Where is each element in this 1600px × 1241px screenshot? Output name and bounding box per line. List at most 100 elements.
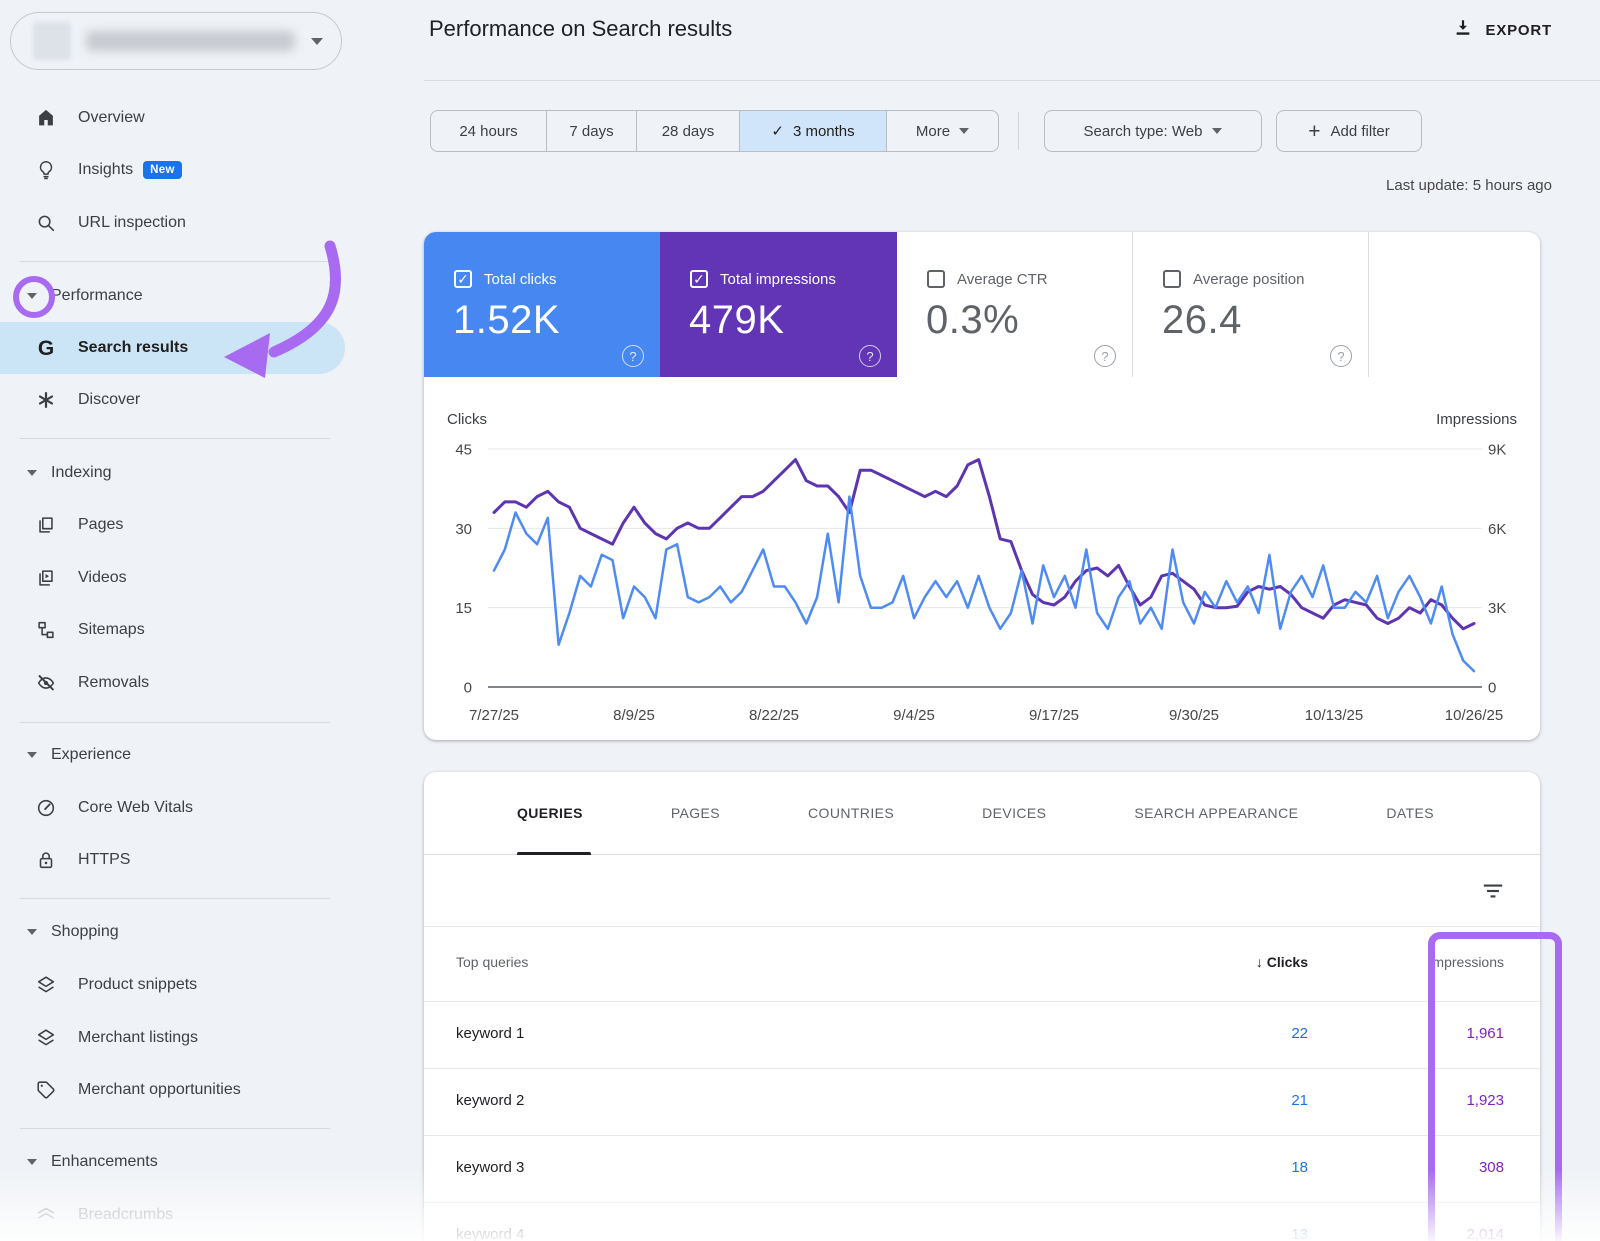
table-header-row: Top queries ↓ Clicks Impressions bbox=[424, 927, 1540, 1002]
range-24-hours[interactable]: 24 hours bbox=[431, 111, 546, 151]
column-impressions[interactable]: Impressions bbox=[1304, 954, 1504, 970]
tab-queries[interactable]: QUERIES bbox=[517, 805, 583, 821]
sparkle-icon bbox=[34, 389, 58, 411]
table-row[interactable]: keyword 3 18 308 bbox=[424, 1136, 1540, 1203]
svg-text:9/17/25: 9/17/25 bbox=[1029, 707, 1079, 724]
sidebar: Overview Insights New URL inspection Per… bbox=[0, 0, 424, 1241]
plus-icon: + bbox=[1308, 121, 1320, 142]
chevron-down-icon bbox=[27, 752, 37, 758]
sidebar-item-breadcrumbs[interactable]: Breadcrumbs bbox=[0, 1189, 345, 1241]
query-cell: keyword 1 bbox=[456, 1025, 524, 1042]
column-top-queries[interactable]: Top queries bbox=[456, 954, 528, 970]
speedometer-icon bbox=[34, 797, 58, 819]
tab-pages[interactable]: PAGES bbox=[671, 805, 720, 821]
svg-text:0: 0 bbox=[1488, 680, 1496, 697]
google-g-icon: G bbox=[34, 338, 58, 359]
eye-off-icon bbox=[34, 672, 58, 694]
date-range-group: 24 hours 7 days 28 days ✓ 3 months More bbox=[430, 110, 999, 152]
sidebar-item-insights[interactable]: Insights New bbox=[0, 144, 345, 196]
layers-icon bbox=[34, 1027, 58, 1049]
column-clicks-sorted[interactable]: ↓ Clicks bbox=[1108, 954, 1308, 970]
sidebar-item-merchant-opportunities[interactable]: Merchant opportunities bbox=[0, 1064, 345, 1116]
download-icon bbox=[1452, 17, 1474, 43]
sidebar-item-label: Discover bbox=[78, 391, 140, 409]
range-more-dropdown[interactable]: More bbox=[886, 111, 998, 151]
clicks-cell: 18 bbox=[1108, 1159, 1308, 1176]
sidebar-item-url-inspection[interactable]: URL inspection bbox=[0, 197, 345, 249]
sidebar-divider bbox=[20, 261, 330, 262]
tab-countries[interactable]: COUNTRIES bbox=[808, 805, 894, 821]
svg-text:9K: 9K bbox=[1488, 442, 1506, 459]
chart-series-lines bbox=[494, 460, 1474, 671]
sidebar-item-discover[interactable]: Discover bbox=[0, 374, 345, 426]
sidebar-item-videos[interactable]: Videos bbox=[0, 552, 345, 604]
queries-table-panel: QUERIES PAGES COUNTRIES DEVICES SEARCH A… bbox=[424, 772, 1540, 1241]
add-filter-button[interactable]: + Add filter bbox=[1276, 110, 1422, 152]
sidebar-item-removals[interactable]: Removals bbox=[0, 657, 345, 709]
sidebar-divider bbox=[20, 438, 330, 439]
lock-icon bbox=[34, 849, 58, 871]
left-axis-title: Clicks bbox=[447, 411, 487, 428]
svg-text:8/9/25: 8/9/25 bbox=[613, 707, 655, 724]
sidebar-section-enhancements[interactable]: Enhancements bbox=[0, 1136, 345, 1188]
sidebar-item-overview[interactable]: Overview bbox=[0, 92, 345, 144]
pages-icon bbox=[34, 514, 58, 536]
table-row[interactable]: keyword 2 21 1,923 bbox=[424, 1069, 1540, 1136]
chevron-down-icon bbox=[27, 929, 37, 935]
sidebar-item-label: HTTPS bbox=[78, 851, 130, 869]
svg-text:7/27/25: 7/27/25 bbox=[469, 707, 519, 724]
query-cell: keyword 4 bbox=[456, 1226, 524, 1241]
filter-rows-icon[interactable] bbox=[1480, 878, 1506, 909]
sidebar-item-label: Product snippets bbox=[78, 976, 197, 994]
property-selector[interactable] bbox=[10, 12, 342, 70]
sidebar-item-label: Merchant listings bbox=[78, 1029, 198, 1047]
svg-text:15: 15 bbox=[455, 600, 472, 617]
sidebar-item-product-snippets[interactable]: Product snippets bbox=[0, 959, 345, 1011]
active-tab-underline bbox=[517, 852, 591, 855]
sidebar-item-label: Breadcrumbs bbox=[78, 1206, 173, 1224]
sidebar-section-indexing[interactable]: Indexing bbox=[0, 447, 345, 499]
tab-search-appearance[interactable]: SEARCH APPEARANCE bbox=[1134, 805, 1298, 821]
chevron-down-icon bbox=[1212, 128, 1222, 134]
sidebar-section-experience[interactable]: Experience bbox=[0, 729, 345, 781]
sidebar-item-label: URL inspection bbox=[78, 214, 186, 232]
chevron-down-icon bbox=[311, 38, 323, 45]
sidebar-item-label: Videos bbox=[78, 569, 127, 587]
section-label: Enhancements bbox=[51, 1153, 158, 1171]
sidebar-item-label: Sitemaps bbox=[78, 621, 145, 639]
annotation-circle-performance bbox=[13, 276, 55, 318]
sidebar-item-pages[interactable]: Pages bbox=[0, 499, 345, 551]
chart-date-labels: 7/27/258/9/258/22/259/4/259/17/259/30/25… bbox=[469, 707, 1503, 724]
sidebar-item-search-results[interactable]: G Search results bbox=[0, 322, 345, 374]
sidebar-item-https[interactable]: HTTPS bbox=[0, 834, 345, 886]
export-button[interactable]: EXPORT bbox=[1452, 12, 1552, 48]
sidebar-item-sitemaps[interactable]: Sitemaps bbox=[0, 604, 345, 656]
lightbulb-icon bbox=[34, 159, 58, 181]
range-28-days[interactable]: 28 days bbox=[636, 111, 739, 151]
home-icon bbox=[34, 107, 58, 129]
table-row[interactable]: keyword 1 22 1,961 bbox=[424, 1002, 1540, 1069]
clicks-impressions-chart: Clicks Impressions 459K306K153K00 7/27/2… bbox=[424, 232, 1540, 740]
tab-dates[interactable]: DATES bbox=[1386, 805, 1434, 821]
section-label: Performance bbox=[51, 287, 143, 305]
clicks-cell: 21 bbox=[1108, 1092, 1308, 1109]
svg-text:9/4/25: 9/4/25 bbox=[893, 707, 935, 724]
export-label: EXPORT bbox=[1486, 22, 1552, 39]
sidebar-section-shopping[interactable]: Shopping bbox=[0, 906, 345, 958]
chevron-down-icon bbox=[959, 128, 969, 134]
sidebar-divider bbox=[20, 1128, 330, 1129]
breadcrumbs-icon bbox=[34, 1204, 58, 1226]
svg-text:10/26/25: 10/26/25 bbox=[1445, 707, 1503, 724]
svg-text:8/22/25: 8/22/25 bbox=[749, 707, 799, 724]
range-7-days[interactable]: 7 days bbox=[546, 111, 636, 151]
sidebar-item-merchant-listings[interactable]: Merchant listings bbox=[0, 1012, 345, 1064]
right-axis-title: Impressions bbox=[1436, 411, 1517, 428]
query-cell: keyword 3 bbox=[456, 1159, 524, 1176]
section-label: Shopping bbox=[51, 923, 119, 941]
search-type-dropdown[interactable]: Search type: Web bbox=[1044, 110, 1262, 152]
table-row[interactable]: keyword 4 13 2,014 bbox=[424, 1203, 1540, 1241]
sidebar-item-core-web-vitals[interactable]: Core Web Vitals bbox=[0, 782, 345, 834]
sidebar-item-label: Pages bbox=[78, 516, 123, 534]
tab-devices[interactable]: DEVICES bbox=[982, 805, 1046, 821]
range-3-months[interactable]: ✓ 3 months bbox=[739, 111, 886, 151]
